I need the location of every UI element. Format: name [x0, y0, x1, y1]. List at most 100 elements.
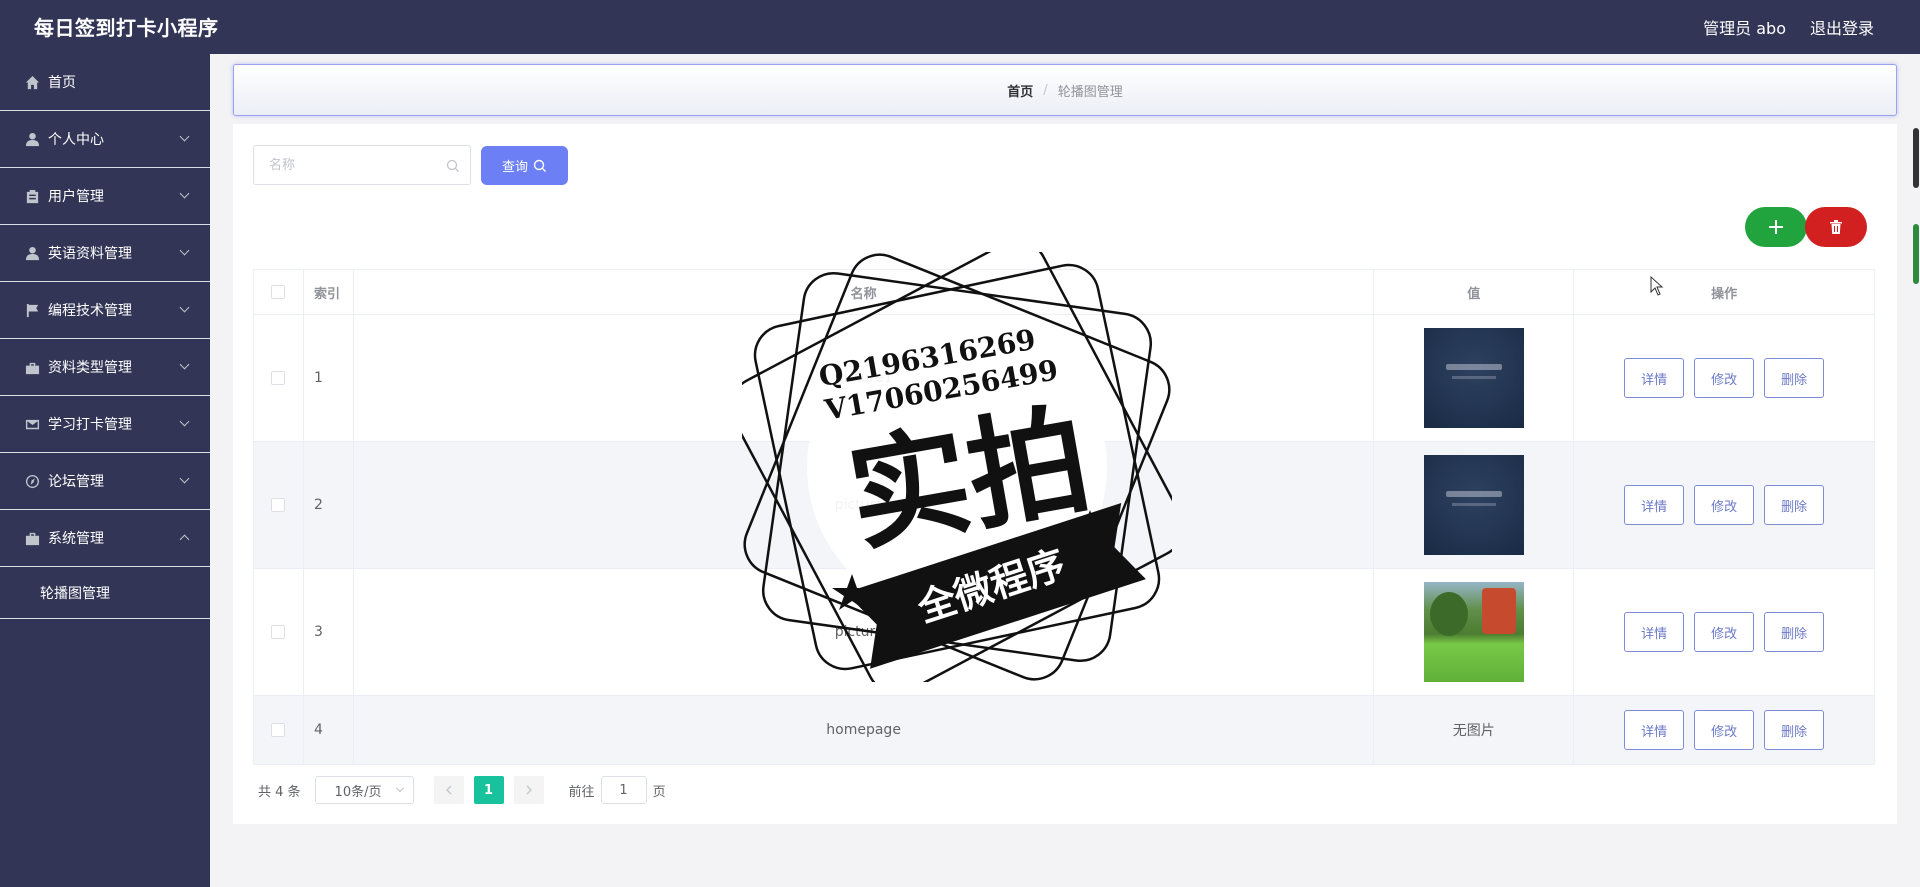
mail-icon: [24, 416, 40, 432]
row-name: homepage: [354, 696, 1375, 764]
header-name: 名称: [354, 270, 1375, 314]
table-header: 索引 名称 值 操作: [254, 270, 1874, 315]
clipboard-icon: [24, 188, 40, 204]
chevron-down-icon: [179, 473, 190, 484]
detail-button[interactable]: 详情: [1624, 358, 1685, 398]
row-index: 1: [304, 315, 354, 441]
delete-button[interactable]: 删除: [1764, 612, 1825, 652]
row-thumbnail: [1423, 582, 1524, 682]
row-index: 4: [304, 696, 354, 764]
chevron-down-icon: [179, 359, 190, 370]
table-row: 2 picture2 详情 修改 删除: [254, 442, 1874, 569]
page-scrollbar[interactable]: [1912, 124, 1920, 284]
page-size-select[interactable]: 10条/页: [314, 776, 414, 804]
app-title: 每日签到打卡小程序: [34, 16, 219, 40]
admin-label[interactable]: 管理员 abo: [1703, 15, 1786, 39]
sidebar-item-study-checkin[interactable]: 学习打卡管理: [0, 396, 210, 453]
sidebar-item-user-management[interactable]: 用户管理: [0, 168, 210, 225]
user-icon: [24, 131, 40, 147]
query-button[interactable]: 查询: [481, 146, 568, 185]
header-index: 索引: [304, 270, 354, 314]
page-suffix: 页: [652, 784, 666, 800]
chevron-up-icon: [179, 534, 190, 545]
row-value-text: 无图片: [1374, 696, 1575, 764]
detail-button[interactable]: 详情: [1624, 485, 1685, 525]
prev-page-button[interactable]: [433, 776, 464, 804]
plus-icon: [1769, 220, 1783, 234]
chevron-down-icon: [179, 245, 190, 256]
sidebar-item-label: 论坛管理: [48, 474, 104, 490]
mouse-cursor-icon: [1650, 276, 1664, 296]
page-number-current[interactable]: 1: [473, 776, 504, 804]
table-row: 4 homepage 无图片 详情 修改 删除: [254, 696, 1874, 764]
sidebar-item-label: 资料类型管理: [48, 360, 132, 376]
row-index: 3: [304, 569, 354, 695]
row-checkbox[interactable]: [271, 723, 286, 737]
sidebar-item-english-materials[interactable]: 英语资料管理: [0, 225, 210, 282]
table-row: 3 picture3 详情 修改 删除: [254, 569, 1874, 696]
flag-icon: [24, 302, 40, 318]
breadcrumb-current: 轮播图管理: [1057, 84, 1123, 100]
header-actions: 操作: [1711, 286, 1738, 302]
detail-button[interactable]: 详情: [1624, 710, 1685, 750]
chevron-down-icon: [179, 131, 190, 142]
query-button-label: 查询: [501, 160, 528, 175]
row-checkbox[interactable]: [271, 625, 286, 639]
sidebar-item-programming-tech[interactable]: 编程技术管理: [0, 282, 210, 339]
search-icon: [446, 158, 460, 177]
sidebar-item-home[interactable]: 首页: [0, 54, 210, 111]
row-name: picture1: [354, 315, 1375, 441]
briefcase-icon: [24, 359, 40, 375]
delete-button[interactable]: 删除: [1764, 358, 1825, 398]
select-all-checkbox[interactable]: [271, 285, 286, 299]
home-icon: [24, 74, 40, 90]
sidebar-item-material-types[interactable]: 资料类型管理: [0, 339, 210, 396]
sidebar-item-personal-center[interactable]: 个人中心: [0, 111, 210, 168]
page-size-value: 10条/页: [334, 784, 382, 800]
edit-button[interactable]: 修改: [1694, 710, 1755, 750]
user-icon: [24, 245, 40, 261]
chevron-down-icon: [395, 783, 404, 793]
compass-icon: [24, 473, 40, 489]
breadcrumb: 首页 / 轮播图管理: [233, 64, 1897, 116]
scrollbar-thumb[interactable]: [1913, 128, 1919, 188]
sidebar-item-label: 用户管理: [48, 189, 104, 205]
add-button[interactable]: [1745, 207, 1807, 247]
sidebar: 首页 个人中心 用户管理 英语资料管理 编程技术管理 资料类型管理 学习打卡管理…: [0, 54, 210, 887]
edit-button[interactable]: 修改: [1694, 612, 1755, 652]
scrollbar-thumb-secondary[interactable]: [1913, 224, 1919, 284]
search-icon: [533, 159, 546, 172]
sidebar-item-label: 系统管理: [48, 531, 104, 547]
goto-page-input[interactable]: [600, 776, 647, 804]
sidebar-item-system[interactable]: 系统管理: [0, 510, 210, 567]
edit-button[interactable]: 修改: [1694, 358, 1755, 398]
sidebar-item-forum[interactable]: 论坛管理: [0, 453, 210, 510]
row-checkbox[interactable]: [271, 371, 286, 385]
row-thumbnail: [1423, 328, 1524, 428]
top-bar: 每日签到打卡小程序 管理员 abo 退出登录: [0, 0, 1920, 54]
sidebar-subitem-carousel[interactable]: 轮播图管理: [0, 567, 210, 619]
next-page-button[interactable]: [513, 776, 544, 804]
goto-label: 前往: [568, 784, 595, 800]
sidebar-item-label: 个人中心: [48, 132, 104, 148]
search-input[interactable]: [254, 146, 434, 184]
trash-icon: [1830, 220, 1842, 234]
breadcrumb-home[interactable]: 首页: [1007, 81, 1033, 100]
delete-button[interactable]: 删除: [1764, 485, 1825, 525]
sidebar-subitem-label: 轮播图管理: [40, 585, 110, 602]
edit-button[interactable]: 修改: [1694, 485, 1755, 525]
pagination-bar: 共 4 条 10条/页 1 前往 页: [258, 776, 666, 804]
logout-link[interactable]: 退出登录: [1810, 15, 1874, 39]
batch-delete-button[interactable]: [1805, 207, 1867, 247]
detail-button[interactable]: 详情: [1624, 612, 1685, 652]
data-table: 索引 名称 值 操作 1 picture1 详情 修改 删除 2 picture…: [253, 269, 1875, 765]
chevron-right-icon: [526, 785, 532, 795]
row-name: picture2: [354, 442, 1375, 568]
sidebar-item-label: 首页: [48, 75, 76, 91]
row-checkbox[interactable]: [271, 498, 286, 512]
chevron-down-icon: [179, 188, 190, 199]
chevron-down-icon: [179, 416, 190, 427]
sidebar-item-label: 编程技术管理: [48, 303, 132, 319]
delete-button[interactable]: 删除: [1764, 710, 1825, 750]
row-name: picture3: [354, 569, 1375, 695]
